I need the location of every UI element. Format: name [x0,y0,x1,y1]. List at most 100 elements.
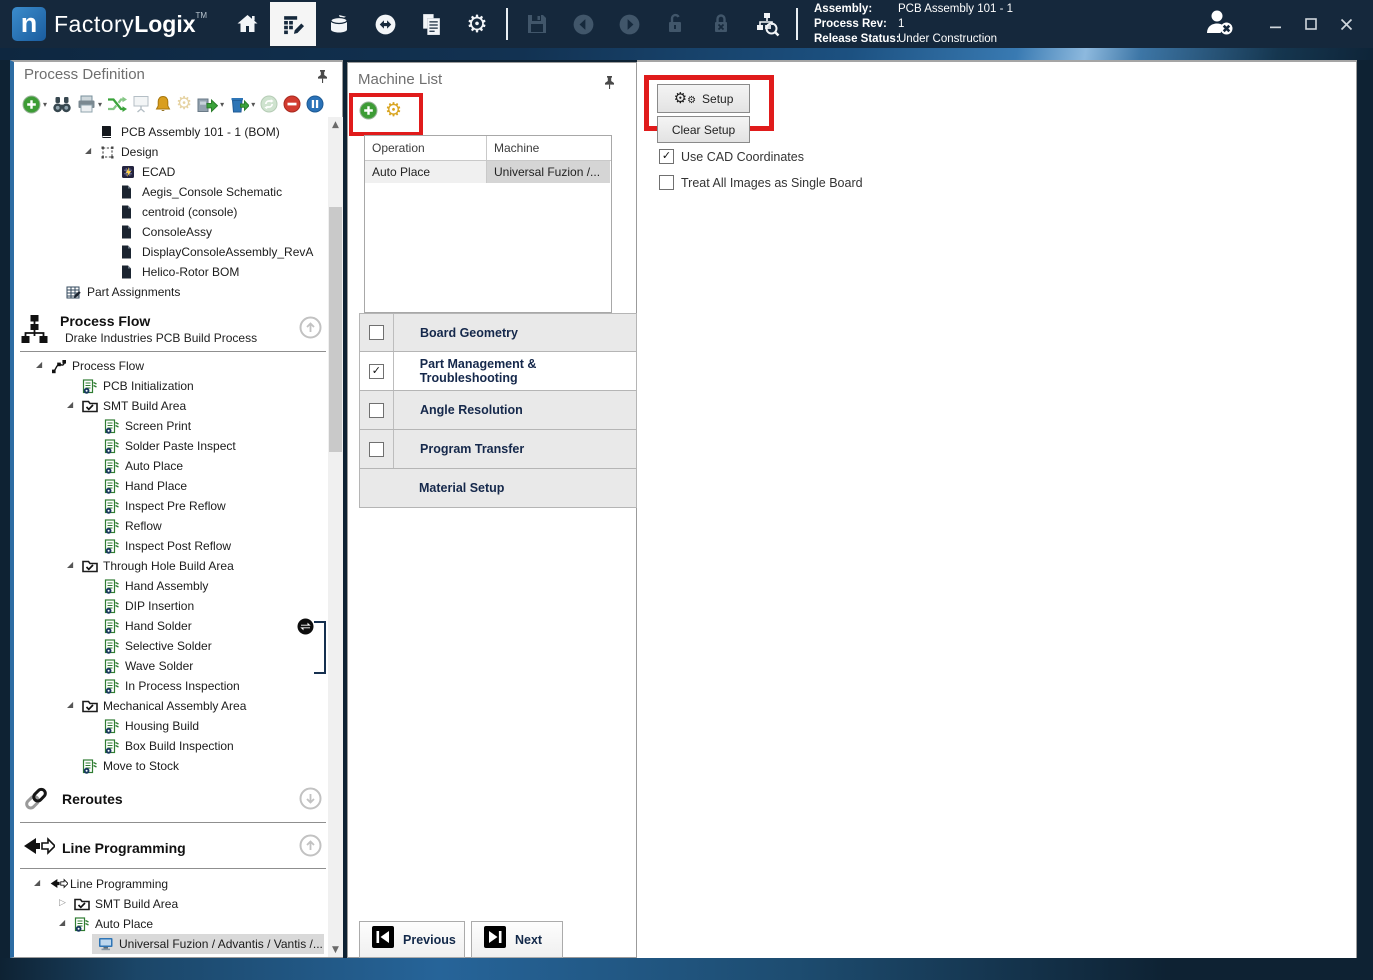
tree-item[interactable]: Wave Solder [14,656,326,676]
next-button[interactable]: Next [471,921,563,958]
settings-icon[interactable]: ⚙ [454,2,500,46]
section-checkbox[interactable] [369,442,384,457]
recycle-icon[interactable]: ▾ [229,95,255,113]
dropdown-caret-icon[interactable]: ▾ [251,100,255,109]
pin-icon[interactable] [317,69,328,89]
tree-item[interactable]: PCB Initialization [14,376,326,396]
section-row[interactable]: Program Transfer [359,430,637,469]
scroll-down-icon[interactable]: ▼ [328,942,343,957]
home-icon[interactable] [224,2,270,46]
reroute-swap-icon[interactable] [297,618,314,640]
tree-item[interactable]: Box Build Inspection [14,736,326,756]
tree-item[interactable]: Inspect Post Reflow [14,536,326,556]
scroll-up-icon[interactable]: ▲ [328,117,343,132]
expander-open-icon[interactable]: ◢ [85,147,91,155]
tree-item[interactable]: ◢Design [14,142,326,162]
section-checkbox[interactable]: ✓ [369,364,384,379]
expand-down-icon[interactable] [299,787,322,815]
expander-open-icon[interactable]: ◢ [34,879,40,887]
expander-open-icon[interactable]: ◢ [67,701,73,709]
tree-item[interactable]: centroid (console) [14,202,326,222]
tree-item[interactable]: Move to Stock [14,756,326,776]
section-checkbox[interactable] [369,325,384,340]
tree-item[interactable]: In Process Inspection [14,676,326,696]
option-checkbox[interactable] [659,175,674,190]
tree-item[interactable]: DisplayConsoleAssembly_RevA [14,242,326,262]
operation-cell[interactable]: Auto Place [365,161,487,183]
pause-icon[interactable] [306,95,324,113]
option-checkbox[interactable]: ✓ [659,149,674,164]
tree-item[interactable]: Hand Solder [14,616,326,636]
tree-item[interactable]: ◢Mechanical Assembly Area [14,696,326,716]
documents-icon[interactable] [408,2,454,46]
add-icon[interactable]: ▾ [22,95,47,114]
dropdown-caret-icon[interactable]: ▾ [43,100,47,109]
section-row[interactable]: ✓Part Management & Troubleshooting [359,352,637,391]
tree-item[interactable]: Solder Paste Inspect [14,436,326,456]
feeder-icon[interactable] [316,2,362,46]
previous-button[interactable]: Previous [359,921,465,958]
tree-item[interactable]: ◢Through Hole Build Area [14,556,326,576]
alert-icon[interactable] [155,95,171,114]
section-row[interactable]: Angle Resolution [359,391,637,430]
tree-item[interactable]: Housing Build [14,716,326,736]
tree-item[interactable]: Auto Place [14,456,326,476]
expander-closed-icon[interactable]: ▷ [59,899,66,908]
collapse-up-icon[interactable] [299,316,322,344]
machine-setup-icon[interactable]: ⚙ [385,101,402,120]
minimize-icon[interactable] [1263,11,1289,37]
add-machine-icon[interactable] [359,101,378,120]
tree-item[interactable]: Hand Place [14,476,326,496]
tree-item[interactable]: DIP Insertion [14,596,326,616]
scrollbar-thumb[interactable] [329,207,342,452]
setup-button[interactable]: ⚙⚙ Setup [657,84,750,113]
deploy-icon[interactable]: ▾ [197,95,224,113]
tree-item[interactable]: ECAD [14,162,326,182]
tree-item[interactable]: Part Assignments [14,282,326,302]
tree-item[interactable]: ◢Line Programming [14,874,326,894]
process-definition-panel: Process Definition ▾▾⚙▾▾ PCB Assembly 10… [10,60,343,958]
maximize-icon[interactable] [1298,11,1324,37]
tree-item[interactable]: Screen Print [14,416,326,436]
structure-search-icon[interactable] [744,2,790,46]
table-row[interactable]: Auto PlaceUniversal Fuzion /... [365,161,611,183]
process-definition-icon[interactable] [270,2,316,46]
tree-item[interactable]: Selective Solder [14,636,326,656]
column-header[interactable]: Operation [365,136,487,160]
tree-item[interactable]: ◢Process Flow [14,356,326,376]
tree-item[interactable]: Reflow [14,516,326,536]
print-icon[interactable]: ▾ [77,95,102,113]
expander-open-icon[interactable]: ◢ [67,401,73,409]
tree-item[interactable]: Universal Fuzion / Advantis / Vantis /..… [14,934,326,954]
tree-item[interactable]: PCB Assembly 101 - 1 (BOM) [14,122,326,142]
dropdown-caret-icon[interactable]: ▾ [220,100,224,109]
close-icon[interactable] [1333,11,1359,37]
user-logout-icon[interactable] [1204,7,1235,42]
pin-icon[interactable] [604,75,615,95]
titlebar-divider [506,8,508,40]
section-row[interactable]: Material Setup [359,469,637,508]
expander-open-icon[interactable]: ◢ [67,561,73,569]
transfer-icon[interactable] [362,2,408,46]
tree-item[interactable]: ◢SMT Build Area [14,396,326,416]
section-row[interactable]: Board Geometry [359,313,637,352]
tree-item[interactable]: Aegis_Console Schematic [14,182,326,202]
clear-setup-button[interactable]: Clear Setup [657,116,750,143]
tree-item[interactable]: ◢Auto Place [14,914,326,934]
stop-icon[interactable] [283,95,301,113]
expander-open-icon[interactable]: ◢ [59,919,65,927]
sync-icon[interactable] [107,96,127,113]
machine-cell[interactable]: Universal Fuzion /... [487,161,610,183]
tree-item[interactable]: Inspect Pre Reflow [14,496,326,516]
tree-item[interactable]: ▷SMT Build Area [14,894,326,914]
tree-item[interactable]: Hand Assembly [14,576,326,596]
dropdown-caret-icon[interactable]: ▾ [98,100,102,109]
tree-item[interactable]: Helico-Rotor BOM [14,262,326,282]
expander-open-icon[interactable]: ◢ [36,361,42,369]
column-header[interactable]: Machine [487,136,610,160]
left-panel-scrollbar[interactable]: ▲ ▼ [328,117,343,957]
section-checkbox[interactable] [369,403,384,418]
tree-item[interactable]: ConsoleAssy [14,222,326,242]
find-icon[interactable] [52,96,72,113]
collapse-up-icon[interactable] [299,834,322,862]
